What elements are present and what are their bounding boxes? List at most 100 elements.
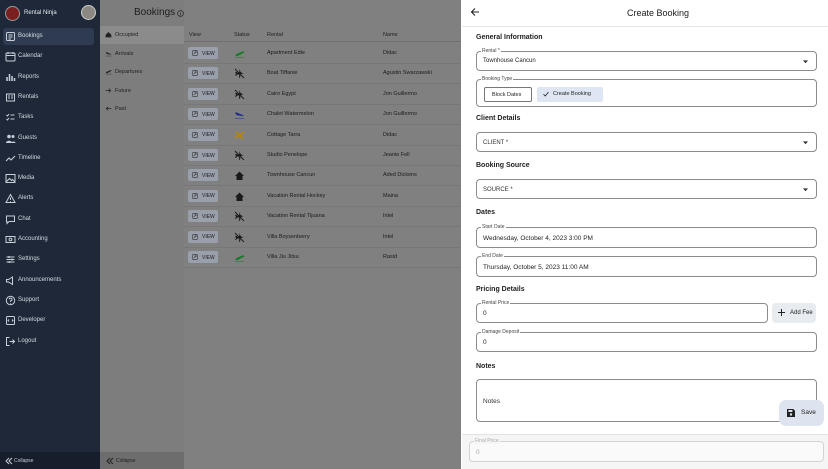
sidebar-item-chat[interactable]: Chat [3, 211, 94, 228]
sidebar-item-announcements[interactable]: Announcements [3, 272, 94, 289]
rental-price-input[interactable]: Rental Price 0 [476, 300, 768, 323]
filter-item-arrivals[interactable]: Arrivals [100, 45, 184, 63]
sidebar-item-media[interactable]: Media [3, 170, 94, 187]
open-external-icon [192, 111, 198, 117]
rental-cell[interactable]: Villa Jiu Jitsu [267, 254, 299, 260]
rental-cell[interactable]: Apartment Edie [267, 50, 305, 56]
rental-cell[interactable]: Cairo Egypt [267, 91, 296, 97]
view-button[interactable]: VIEW [188, 210, 218, 223]
sidebar-item-reports[interactable]: Reports [3, 69, 94, 86]
status-house-icon [235, 171, 244, 181]
sidebar-item-guests[interactable]: Guests [3, 130, 94, 147]
view-button[interactable]: VIEW [188, 149, 218, 161]
sidebar-item-label: Logout [18, 337, 37, 344]
view-button[interactable]: VIEW [188, 230, 218, 243]
info-icon[interactable] [177, 10, 184, 17]
filter-item-departures[interactable]: Departures [100, 63, 184, 81]
sidebar-item-logout[interactable]: Logout [3, 333, 94, 350]
filter-item-label: Past [115, 106, 127, 112]
client-select[interactable]: CLIENT * [476, 132, 817, 152]
booking-type-group: Booking Type Block Dates Create Booking [476, 76, 817, 107]
chevron-down-icon [803, 60, 808, 64]
filter-item-occupied[interactable]: Occupied [100, 26, 184, 44]
rental-cell[interactable]: Townhouse Cancun [267, 172, 315, 178]
rental-cell[interactable]: Chalet Watermelon [267, 111, 314, 117]
view-button[interactable]: VIEW [188, 251, 218, 263]
sidebar-item-rentals[interactable]: Rentals [3, 89, 94, 106]
filter-panel-collapse-button[interactable]: Collapse [100, 452, 184, 469]
rentals-icon [6, 93, 15, 102]
sidebar-item-calendar[interactable]: Calendar [3, 48, 94, 65]
rental-cell[interactable]: Villa Boysenberry [267, 234, 310, 240]
save-button[interactable]: Save [779, 400, 824, 426]
sidebar-item-timeline[interactable]: Timeline [3, 150, 94, 167]
floppy-disk-icon [787, 409, 795, 417]
save-label: Save [801, 409, 816, 416]
guest-name-cell: Maina [383, 192, 398, 199]
sidebar-item-label: Rentals [18, 93, 39, 100]
create-booking-chip[interactable]: Create Booking [537, 87, 603, 102]
damage-deposit-input[interactable]: Damage Deposit 0 [476, 329, 817, 352]
sidebar-item-accounting[interactable]: Accounting [3, 231, 94, 248]
section-client-details: Client Details [476, 115, 521, 122]
sidebar-collapse-button[interactable]: Collapse [0, 452, 100, 469]
final-price-value: 0 [476, 449, 480, 456]
view-button[interactable]: VIEW [188, 169, 218, 182]
sidebar-item-support[interactable]: Support [3, 292, 94, 309]
status-no-travel-icon [234, 69, 245, 79]
block-dates-label: Block Dates [492, 92, 522, 98]
view-button[interactable]: VIEW [188, 87, 218, 100]
status-plane-swap-icon [234, 130, 245, 140]
guest-name-cell: Jon Guillermo [383, 111, 417, 118]
column-header-name[interactable]: Name [383, 32, 398, 38]
add-fee-button[interactable]: Add Fee [772, 303, 816, 323]
rental-select[interactable]: Rental * Townhouse Cancun [476, 48, 817, 71]
view-button[interactable]: VIEW [188, 47, 218, 59]
table-row: VIEW Chalet Watermelon Jon Guillermo [184, 105, 461, 126]
sidebar-item-label: Media [18, 175, 35, 182]
section-notes: Notes [476, 363, 496, 370]
view-button[interactable]: VIEW [188, 67, 218, 80]
table-row: VIEW Vacation Rental Hockey Maina [184, 187, 461, 207]
section-general-information: General Information [476, 34, 543, 41]
filter-item-past[interactable]: Past [100, 100, 184, 118]
table-row: VIEW Cottage Tarra Didac [184, 126, 461, 146]
filter-item-future[interactable]: Future [100, 82, 184, 100]
rental-select-label: Rental * [481, 48, 501, 54]
bookings-header-bar: Bookings [134, 0, 461, 28]
view-button-label: VIEW [202, 152, 215, 159]
sidebar-item-settings[interactable]: Settings [3, 251, 94, 268]
end-date-field[interactable]: End Date Thursday, October 5, 2023 11:00… [476, 253, 817, 277]
view-button[interactable]: VIEW [188, 108, 218, 121]
view-button[interactable]: VIEW [188, 128, 218, 141]
start-date-field[interactable]: Start Date Wednesday, October 4, 2023 3:… [476, 224, 817, 248]
source-select[interactable]: SOURCE * [476, 179, 817, 199]
damage-deposit-label: Damage Deposit [481, 329, 521, 335]
block-dates-chip[interactable]: Block Dates [484, 87, 532, 102]
rental-cell[interactable]: Cottage Tarra [267, 132, 300, 138]
notes-textarea[interactable]: Notes [476, 379, 817, 422]
sidebar-item-alerts[interactable]: Alerts [3, 190, 94, 207]
sidebar-item-bookings[interactable]: Bookings [3, 28, 94, 45]
guest-name-cell: Didac [383, 50, 398, 56]
sidebar-item-developer[interactable]: Developer [3, 312, 94, 329]
check-icon [543, 91, 549, 97]
sidebar-item-label: Timeline [18, 154, 41, 161]
brand-logo [5, 6, 20, 21]
view-button-label: VIEW [202, 254, 215, 261]
view-button[interactable]: VIEW [188, 189, 218, 202]
rental-cell[interactable]: Vacation Rental Tijuana [267, 213, 325, 219]
rental-cell[interactable]: Vacation Rental Hockey [267, 193, 325, 199]
sidebar-item-tasks[interactable]: Tasks [3, 109, 94, 126]
column-header-status[interactable]: Status [234, 32, 250, 38]
rental-cell[interactable]: Boat Tiffanie [267, 70, 297, 76]
user-avatar[interactable] [81, 5, 96, 20]
open-external-icon [192, 50, 198, 56]
column-header-rental[interactable]: Rental [267, 32, 283, 38]
status-plane-arrival-icon [235, 112, 244, 119]
rental-price-label: Rental Price [481, 300, 511, 306]
sidebar-item-label: Alerts [18, 195, 34, 202]
rental-cell[interactable]: Studio Penelope [267, 152, 307, 158]
announcements-icon [6, 275, 13, 285]
sidebar-item-label: Developer [18, 317, 46, 324]
